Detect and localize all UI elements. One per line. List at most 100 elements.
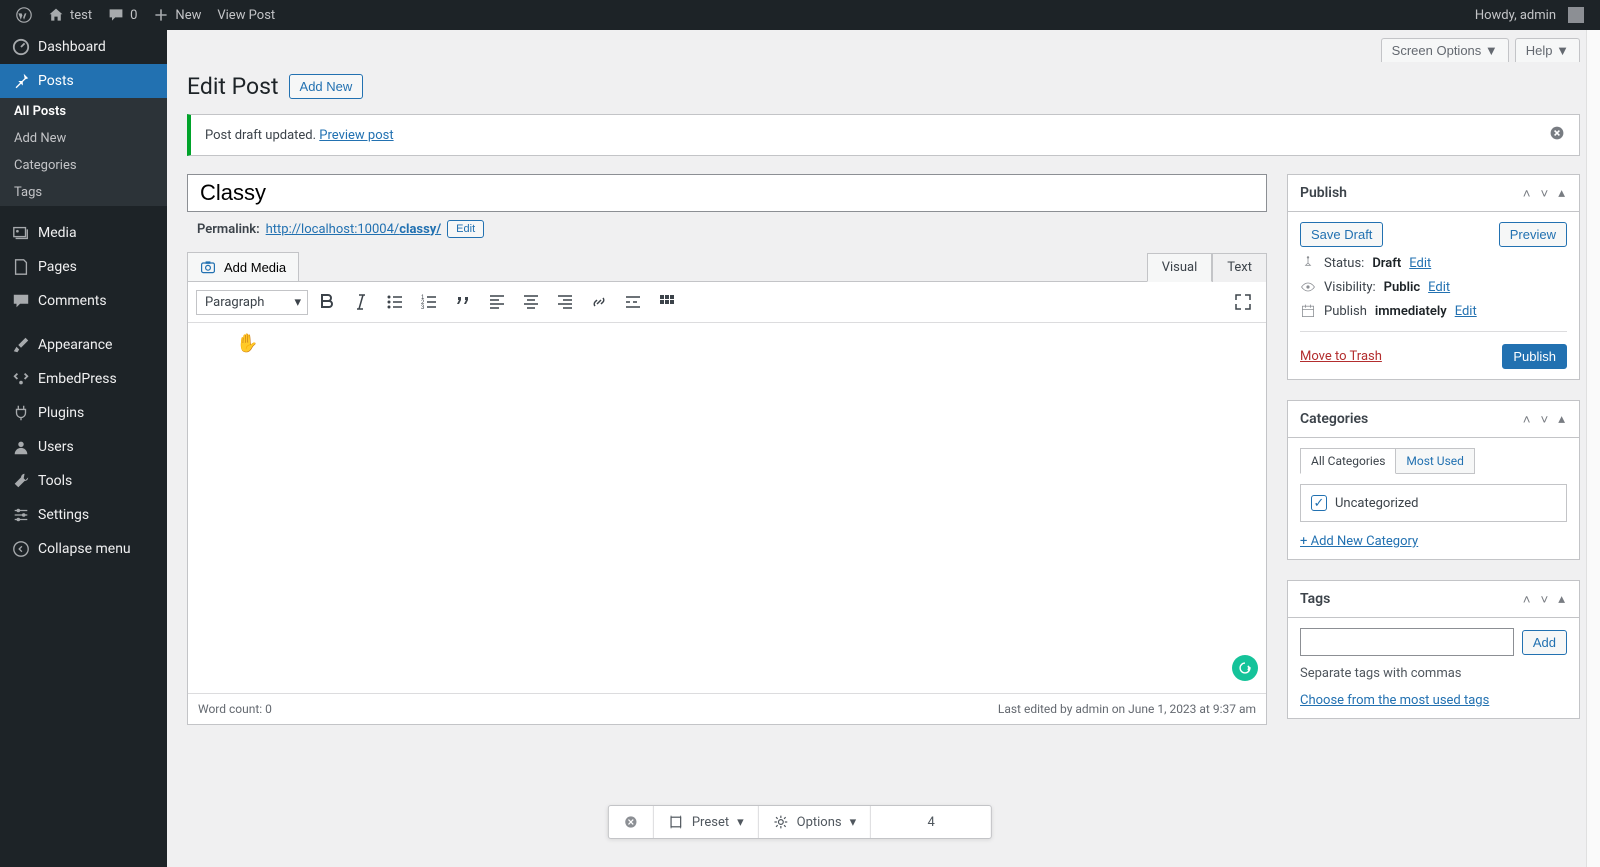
save-draft-button[interactable]: Save Draft — [1300, 222, 1383, 247]
move-up-icon[interactable]: ˄ — [1521, 185, 1533, 201]
comment-icon — [12, 292, 30, 310]
submenu-posts: All Posts Add New Categories Tags — [0, 98, 167, 206]
edit-status-link[interactable]: Edit — [1409, 256, 1431, 271]
scrollbar[interactable] — [1586, 30, 1600, 867]
howdy-link[interactable]: Howdy, admin — [1467, 0, 1592, 30]
tab-visual[interactable]: Visual — [1147, 253, 1213, 282]
expand-icon — [1233, 292, 1253, 312]
categories-box: Categories ˄ ˅ ▴ All Categories Most Use… — [1287, 400, 1580, 560]
tags-input[interactable] — [1300, 628, 1514, 656]
menu-comments[interactable]: Comments — [0, 284, 167, 318]
pin-status-icon — [1300, 255, 1316, 271]
blockquote-button[interactable] — [448, 288, 478, 316]
move-down-icon[interactable]: ˅ — [1539, 411, 1551, 427]
add-new-button[interactable]: Add New — [289, 74, 364, 99]
add-tag-button[interactable]: Add — [1522, 630, 1567, 655]
move-down-icon[interactable]: ˅ — [1539, 185, 1551, 201]
link-icon — [589, 292, 609, 312]
help-tab[interactable]: Help ▼ — [1515, 38, 1580, 62]
bottom-close[interactable] — [609, 806, 654, 838]
site-name: test — [70, 8, 92, 23]
toolbar-toggle-button[interactable] — [652, 288, 682, 316]
align-right-button[interactable] — [550, 288, 580, 316]
add-media-button[interactable]: Add Media — [187, 252, 299, 282]
toggle-icon[interactable]: ▴ — [1556, 591, 1567, 607]
edit-visibility-link[interactable]: Edit — [1428, 280, 1450, 295]
tab-most-used[interactable]: Most Used — [1396, 448, 1475, 474]
bold-button[interactable] — [312, 288, 342, 316]
tab-text[interactable]: Text — [1212, 253, 1267, 282]
bottom-toolbar: Preset▾ Options▾ 4 — [608, 805, 992, 839]
move-up-icon[interactable]: ˄ — [1521, 591, 1533, 607]
publish-button[interactable]: Publish — [1502, 344, 1567, 369]
word-count: Word count: 0 — [198, 702, 272, 716]
bullet-list-button[interactable] — [380, 288, 410, 316]
permalink-url[interactable]: http://localhost:10004/classy/ — [266, 222, 442, 237]
paragraph-select[interactable]: Paragraph▾ — [196, 290, 308, 315]
dismiss-icon[interactable] — [1549, 125, 1565, 145]
align-center-button[interactable] — [516, 288, 546, 316]
checkbox-checked-icon[interactable]: ✓ — [1311, 495, 1327, 511]
chevron-down-icon: ▾ — [850, 815, 857, 830]
bottom-options[interactable]: Options▾ — [759, 806, 872, 838]
numbered-list-button[interactable]: 123 — [414, 288, 444, 316]
menu-plugins[interactable]: Plugins — [0, 396, 167, 430]
category-uncategorized[interactable]: ✓ Uncategorized — [1311, 495, 1556, 511]
submenu-all-posts[interactable]: All Posts — [0, 98, 167, 125]
menu-tools[interactable]: Tools — [0, 464, 167, 498]
menu-users[interactable]: Users — [0, 430, 167, 464]
pin-icon — [12, 72, 30, 90]
menu-posts[interactable]: Posts — [0, 64, 167, 98]
preview-button[interactable]: Preview — [1499, 222, 1567, 247]
menu-appearance[interactable]: Appearance — [0, 328, 167, 362]
bottom-value[interactable]: 4 — [871, 806, 991, 838]
menu-embedpress[interactable]: EmbedPress — [0, 362, 167, 396]
screen-options-tab[interactable]: Screen Options ▼ — [1381, 38, 1509, 62]
submenu-tags[interactable]: Tags — [0, 179, 167, 206]
comment-icon — [108, 7, 124, 23]
bottom-preset[interactable]: Preset▾ — [654, 806, 759, 838]
user-icon — [12, 438, 30, 456]
align-center-icon — [521, 292, 541, 312]
move-up-icon[interactable]: ˄ — [1521, 411, 1533, 427]
fullscreen-button[interactable] — [1228, 288, 1258, 316]
italic-icon — [351, 292, 371, 312]
submenu-add-new[interactable]: Add New — [0, 125, 167, 152]
post-title-input[interactable] — [187, 174, 1267, 212]
move-down-icon[interactable]: ˅ — [1539, 591, 1551, 607]
tab-all-categories[interactable]: All Categories — [1300, 448, 1396, 474]
align-left-button[interactable] — [482, 288, 512, 316]
edit-permalink-button[interactable]: Edit — [447, 220, 484, 238]
editor-content[interactable]: ✋ — [188, 323, 1266, 693]
menu-collapse[interactable]: Collapse menu — [0, 532, 167, 566]
toggle-icon[interactable]: ▴ — [1556, 411, 1567, 427]
choose-tags-link[interactable]: Choose from the most used tags — [1300, 693, 1489, 708]
toggle-icon[interactable]: ▴ — [1556, 185, 1567, 201]
add-new-category-link[interactable]: + Add New Category — [1300, 534, 1418, 549]
menu-media[interactable]: Media — [0, 216, 167, 250]
grammarly-icon — [1238, 661, 1252, 675]
edit-date-link[interactable]: Edit — [1455, 304, 1477, 319]
preview-post-link[interactable]: Preview post — [319, 128, 393, 143]
menu-settings[interactable]: Settings — [0, 498, 167, 532]
read-more-button[interactable] — [618, 288, 648, 316]
new-link[interactable]: New — [145, 0, 209, 30]
wordpress-icon — [16, 7, 32, 23]
menu-pages[interactable]: Pages — [0, 250, 167, 284]
more-icon — [623, 292, 643, 312]
grammarly-badge[interactable] — [1232, 655, 1258, 681]
move-to-trash-link[interactable]: Move to Trash — [1300, 349, 1382, 364]
update-notice: Post draft updated. Preview post — [187, 114, 1580, 156]
collapse-icon — [12, 540, 30, 558]
menu-dashboard[interactable]: Dashboard — [0, 30, 167, 64]
comments-link[interactable]: 0 — [100, 0, 145, 30]
link-button[interactable] — [584, 288, 614, 316]
plug-icon — [12, 404, 30, 422]
quote-icon — [453, 292, 473, 312]
submenu-categories[interactable]: Categories — [0, 152, 167, 179]
wp-logo[interactable] — [8, 0, 40, 30]
site-link[interactable]: test — [40, 0, 100, 30]
gear-icon — [773, 814, 789, 830]
view-post-link[interactable]: View Post — [209, 0, 283, 30]
italic-button[interactable] — [346, 288, 376, 316]
